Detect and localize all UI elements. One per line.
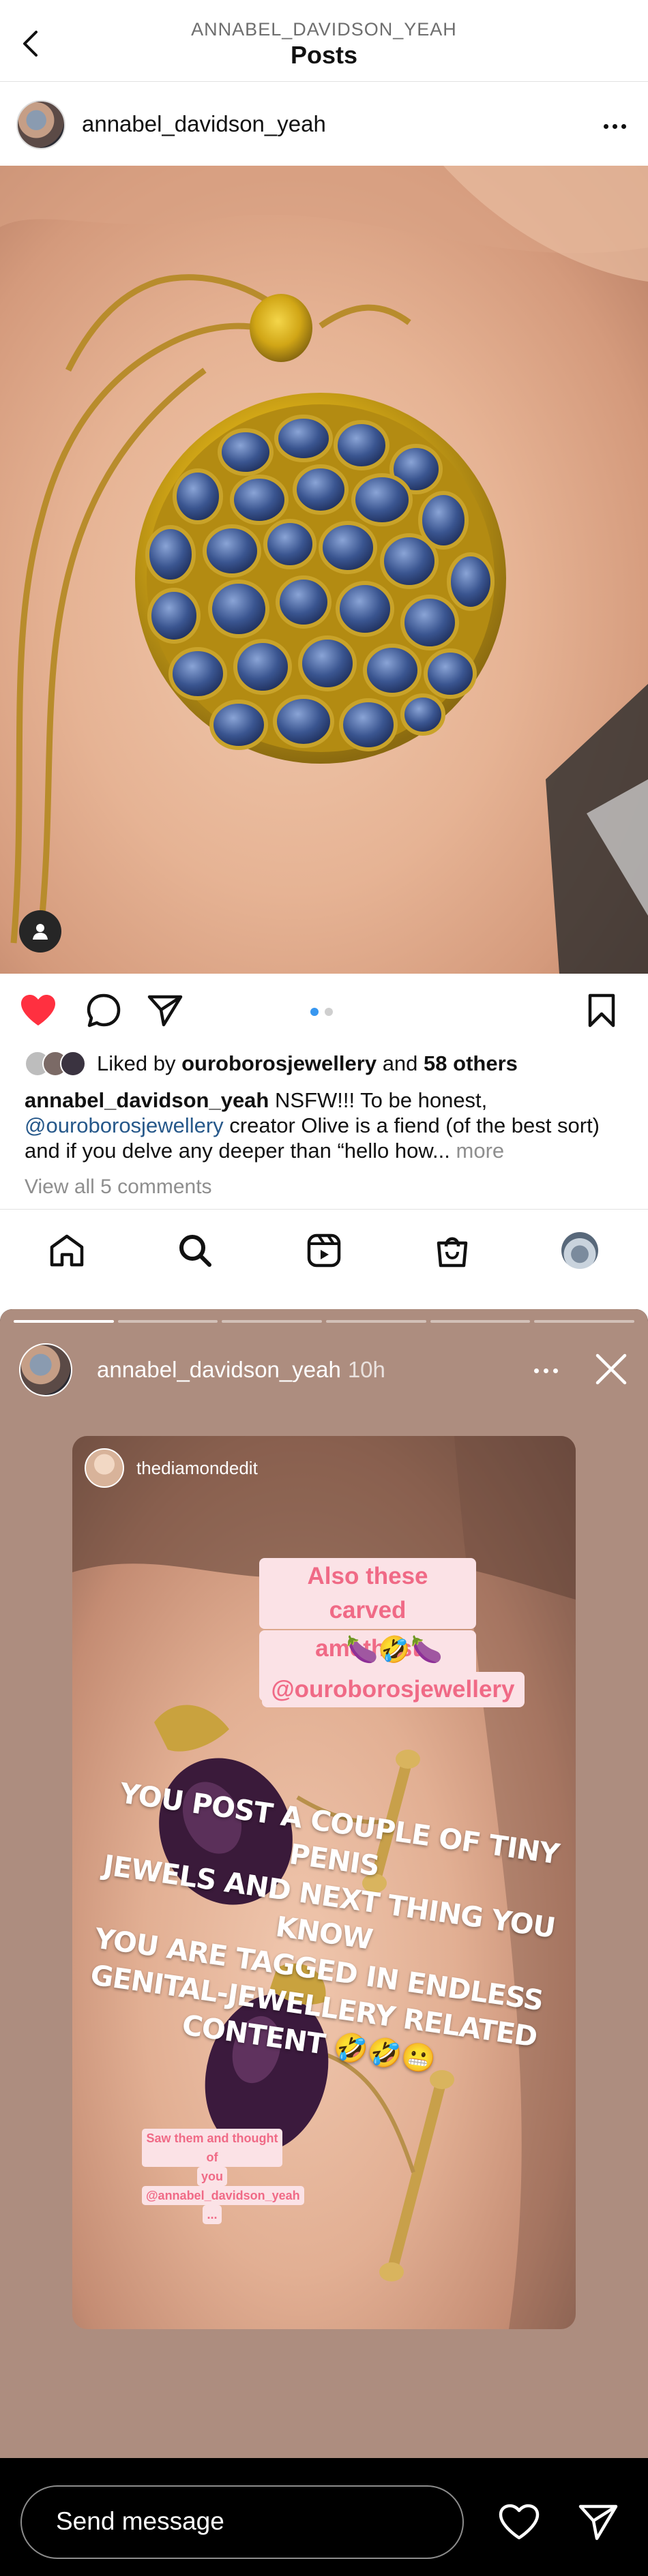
nav-home[interactable]: [45, 1229, 89, 1272]
story-time: 10h: [347, 1357, 385, 1382]
home-icon: [50, 1234, 84, 1267]
avatar: [60, 1051, 86, 1077]
story-header: annabel_davidson_yeah 10h: [19, 1342, 633, 1396]
shared-username: thediamondedit: [136, 1457, 258, 1478]
sticker-line: ...: [203, 2205, 222, 2224]
progress-segment: [222, 1320, 323, 1323]
sticker-line: Also these carved: [259, 1558, 476, 1629]
send-message-input[interactable]: [56, 2507, 438, 2536]
like-button[interactable]: [16, 989, 60, 1032]
post-image[interactable]: [0, 166, 648, 974]
nav-search[interactable]: [173, 1229, 217, 1272]
shared-post-card[interactable]: thediamondedit Also these carved amethys…: [72, 1436, 576, 2329]
caption-text-1: NSFW!!! To be honest,: [275, 1088, 488, 1112]
caption-author[interactable]: annabel_davidson_yeah: [25, 1088, 269, 1112]
post-actions: [0, 974, 648, 1049]
ellipsis-icon: [603, 123, 608, 129]
sticker-line: Saw them and thought of: [142, 2129, 282, 2167]
author-avatar[interactable]: [16, 100, 65, 149]
story-canvas[interactable]: annabel_davidson_yeah 10h thediamondedit…: [0, 1309, 648, 2458]
comment-button[interactable]: [82, 989, 126, 1032]
close-icon: [595, 1353, 627, 1385]
pendant-image: [0, 166, 648, 974]
progress-segment: [326, 1320, 426, 1323]
bottom-nav: [0, 1209, 648, 1291]
reels-icon: [307, 1233, 341, 1268]
shared-user-avatar: [85, 1448, 124, 1488]
small-text-sticker: Saw them and thought of you @annabel_dav…: [142, 2129, 304, 2224]
story-share-button[interactable]: [574, 2499, 622, 2545]
likes-row[interactable]: Liked by ouroborosjewellery and 58 other…: [25, 1049, 518, 1079]
top-header: ANNABEL_DAVIDSON_YEAH Posts: [0, 0, 648, 82]
search-icon: [179, 1235, 211, 1267]
header-kicker: ANNABEL_DAVIDSON_YEAH: [191, 19, 457, 40]
progress-segment: [534, 1320, 635, 1323]
comment-icon: [87, 993, 121, 1028]
paper-plane-icon: [147, 995, 183, 1027]
likes-conjunction: and: [382, 1051, 418, 1075]
sticker-line[interactable]: @annabel_davidson_yeah: [142, 2186, 304, 2205]
post-more-button[interactable]: [599, 113, 630, 140]
profile-avatar: [561, 1232, 598, 1269]
likes-first-user[interactable]: ouroborosjewellery: [181, 1051, 377, 1076]
story-more-button[interactable]: [525, 1357, 566, 1384]
nav-profile[interactable]: [558, 1229, 602, 1272]
story-close-button[interactable]: [591, 1349, 632, 1390]
user-tag-icon: [33, 924, 48, 940]
progress-segment: [14, 1320, 114, 1323]
heart-icon: [499, 2504, 540, 2540]
likes-others[interactable]: 58 others: [424, 1051, 518, 1076]
tagged-users-button[interactable]: [19, 910, 61, 953]
story-author-avatar[interactable]: [19, 1343, 72, 1396]
carousel-dot: [310, 1008, 319, 1016]
mention-sticker-text: @ouroborosjewellery: [261, 1672, 525, 1707]
mention-sticker[interactable]: @ouroborosjewellery: [244, 1672, 542, 1707]
story-progress: [14, 1320, 635, 1323]
carousel-indicator: [310, 1008, 333, 1016]
story-like-button[interactable]: [495, 2500, 543, 2544]
nav-shop[interactable]: [430, 1229, 474, 1272]
post-author-name[interactable]: annabel_davidson_yeah: [82, 111, 326, 137]
page-title: Posts: [290, 41, 358, 69]
post-author-row: annabel_davidson_yeah: [0, 83, 648, 166]
nav-reels[interactable]: [302, 1229, 346, 1272]
shop-icon: [437, 1237, 468, 1268]
caption-more-link[interactable]: more: [456, 1139, 505, 1163]
paper-plane-icon: [578, 2504, 618, 2541]
view-comments-link[interactable]: View all 5 comments: [25, 1175, 212, 1199]
progress-segment: [117, 1320, 218, 1323]
post-caption: annabel_davidson_yeah NSFW!!! To be hone…: [25, 1088, 625, 1163]
sticker-line: you: [196, 2167, 227, 2186]
bookmark-icon: [588, 993, 615, 1028]
ellipsis-icon: [533, 1368, 539, 1373]
carousel-dot: [325, 1008, 333, 1016]
liker-avatars: [25, 1051, 86, 1077]
emoji-sticker: 🍆🤣🍆: [346, 1636, 443, 1664]
heart-filled-icon: [21, 995, 55, 1025]
progress-segment: [430, 1320, 531, 1323]
story-username[interactable]: annabel_davidson_yeah: [97, 1357, 341, 1382]
send-message-field[interactable]: [20, 2485, 464, 2559]
story-viewer: annabel_davidson_yeah 10h thediamondedit…: [0, 1309, 648, 2576]
likes-prefix: Liked by: [97, 1051, 176, 1075]
share-button[interactable]: [143, 989, 187, 1032]
shared-post-user[interactable]: thediamondedit: [85, 1448, 258, 1488]
save-button[interactable]: [580, 989, 623, 1032]
story-author[interactable]: annabel_davidson_yeah 10h: [97, 1357, 385, 1383]
caption-mention[interactable]: @ouroborosjewellery: [25, 1113, 224, 1137]
story-footer: [0, 2458, 648, 2576]
